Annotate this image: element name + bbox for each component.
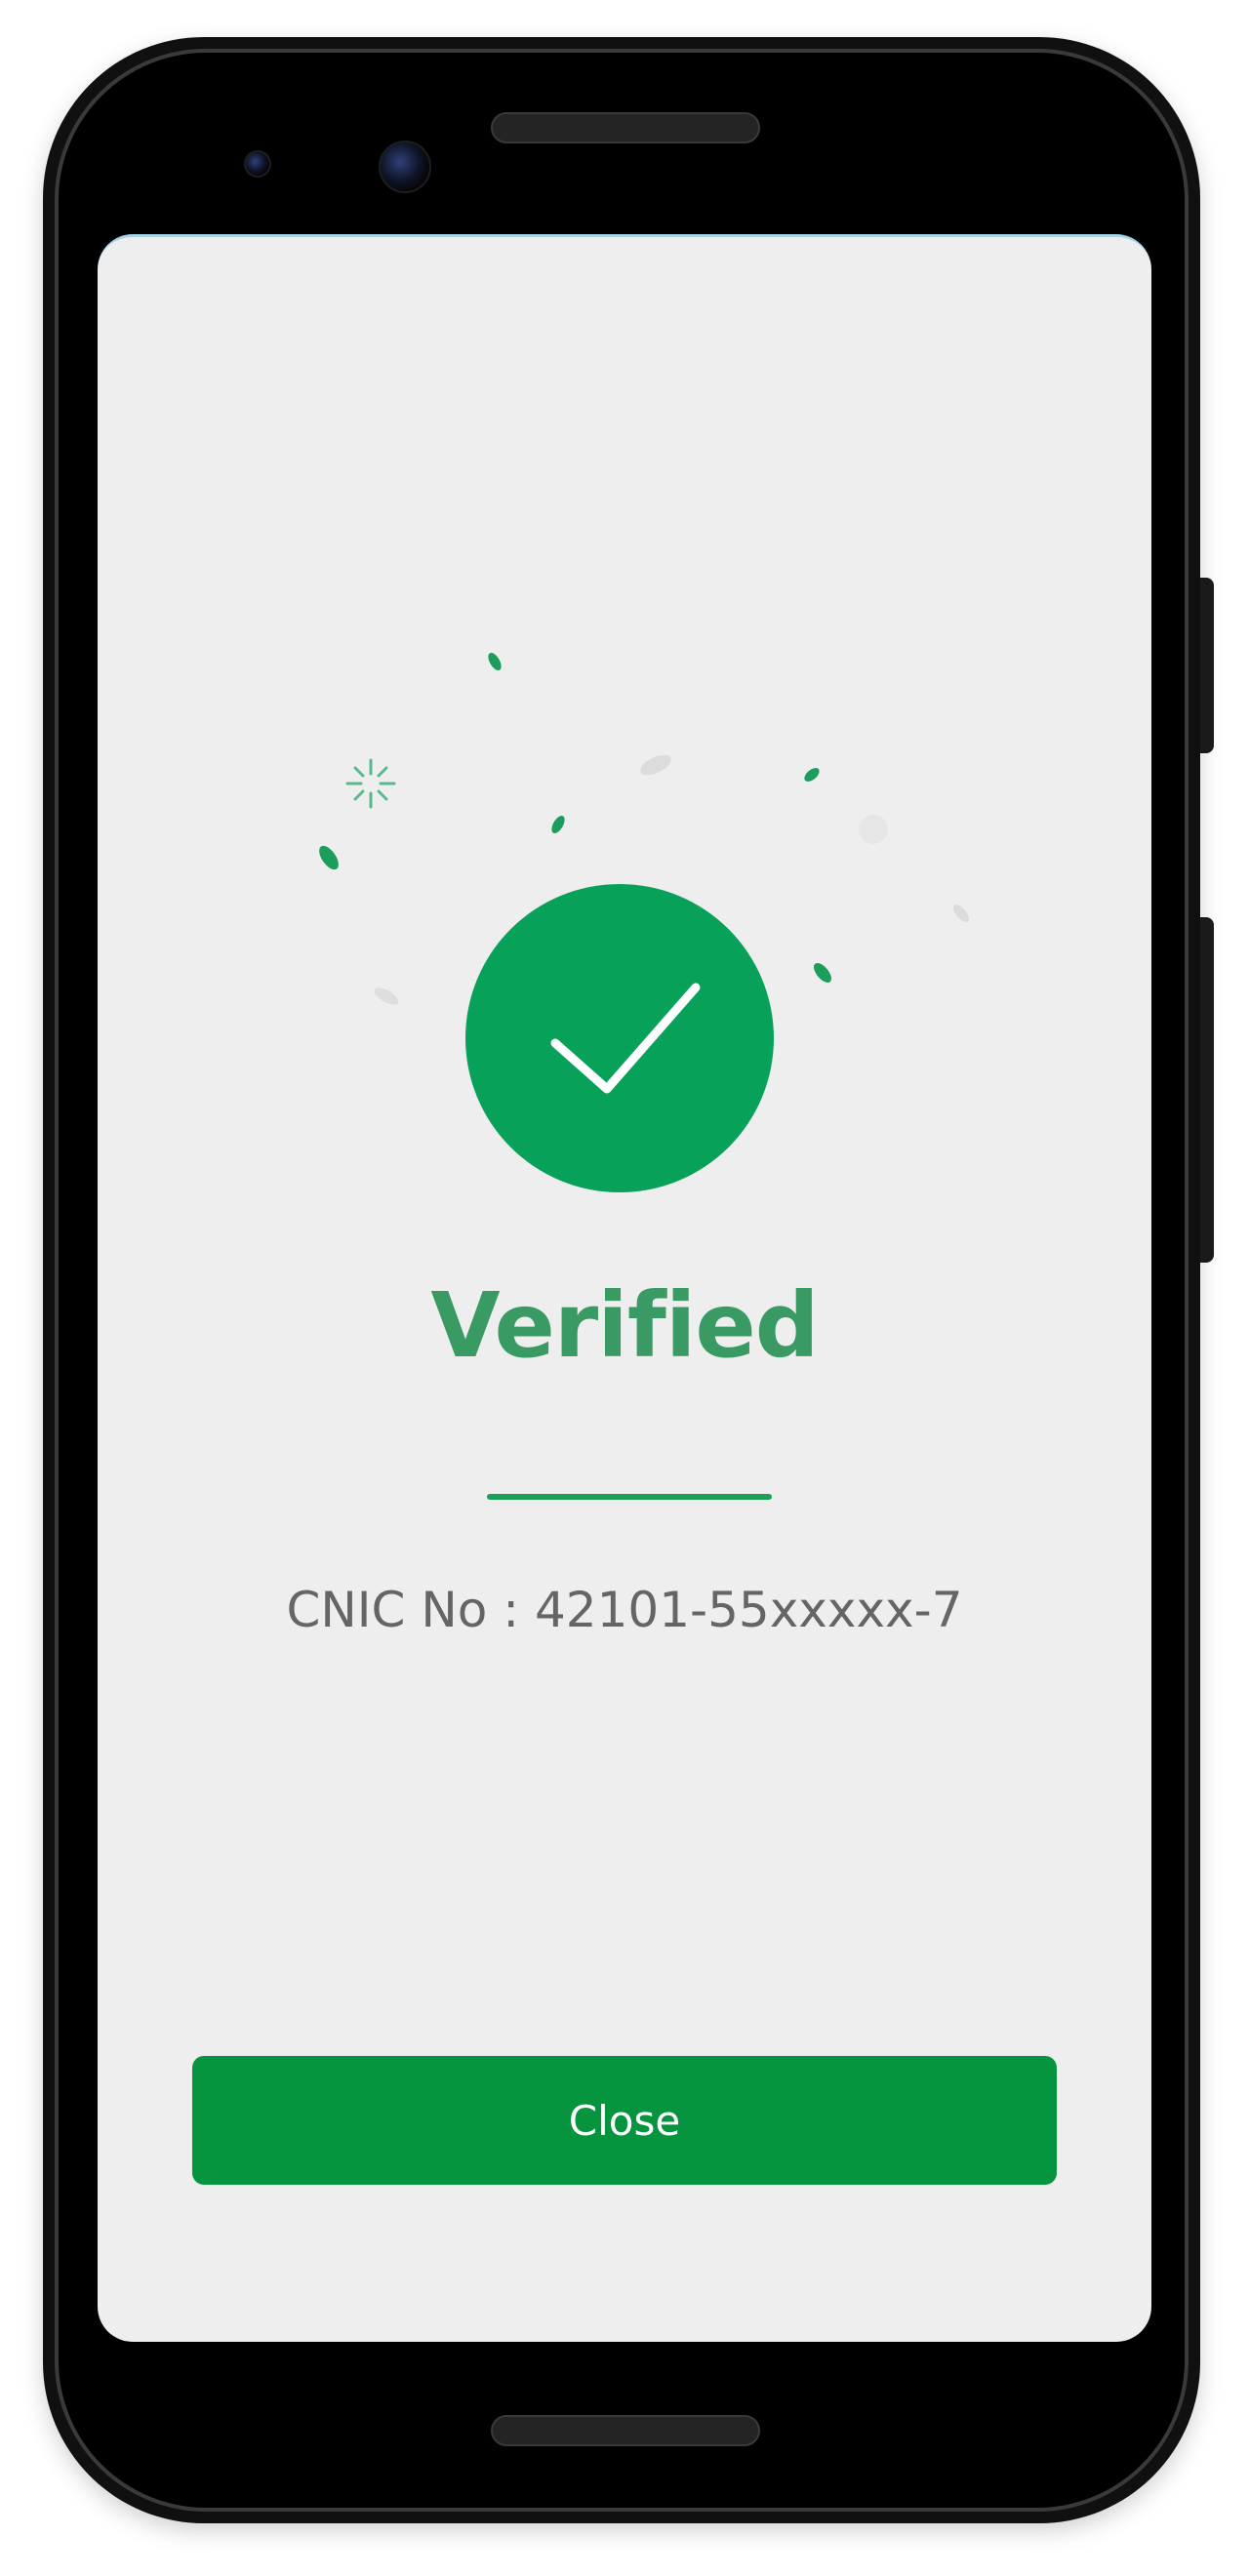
- confetti-piece: [637, 750, 674, 780]
- cnic-number-text: CNIC No : 42101-55xxxxx-7: [286, 1582, 963, 1638]
- device-stage: Verified CNIC No : 42101-55xxxxx-7 Close: [0, 0, 1249, 2576]
- title-divider: [487, 1494, 772, 1500]
- confetti-piece: [859, 815, 888, 844]
- top-speaker: [491, 112, 760, 143]
- close-button[interactable]: Close: [192, 2056, 1057, 2185]
- power-button: [1200, 578, 1214, 753]
- front-camera: [379, 141, 431, 193]
- volume-button: [1200, 917, 1214, 1263]
- checkmark-icon: [550, 983, 701, 1094]
- confetti-piece: [548, 813, 568, 836]
- confetti-piece: [371, 984, 402, 1009]
- confetti-piece: [485, 650, 504, 673]
- confetti-piece: [801, 765, 823, 785]
- verified-title: Verified: [430, 1273, 819, 1378]
- close-button-label: Close: [568, 2096, 681, 2145]
- confetti-piece: [315, 842, 342, 873]
- confetti-piece: [810, 959, 835, 986]
- bottom-speaker: [491, 2415, 760, 2446]
- sparkle-icon: [345, 758, 396, 809]
- front-camera-small: [244, 150, 271, 178]
- verified-badge: [465, 884, 774, 1192]
- confetti-piece: [950, 902, 972, 925]
- verification-screen: Verified CNIC No : 42101-55xxxxx-7 Close: [98, 234, 1151, 2342]
